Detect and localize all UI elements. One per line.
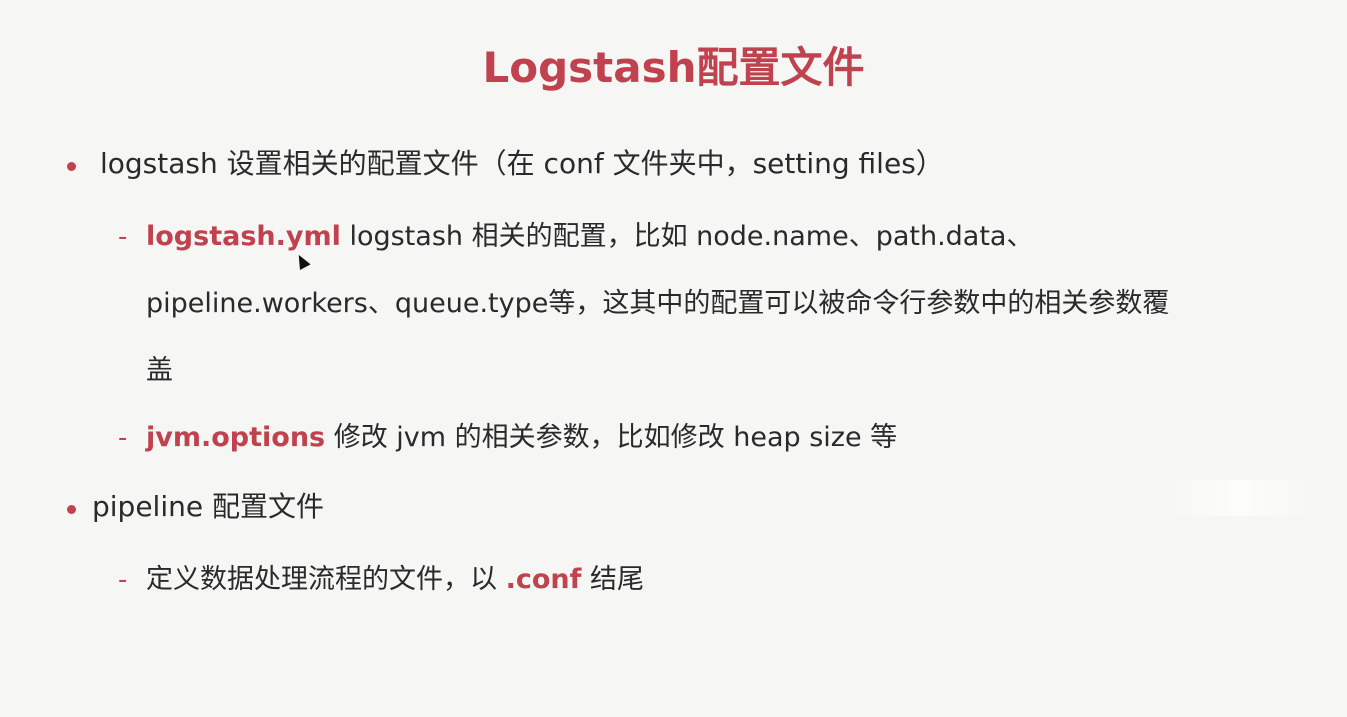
sub-bullet-text: 定义数据处理流程的文件，以 (146, 564, 506, 595)
slide-title: Logstash配置文件 (482, 43, 865, 92)
sub-bullet-text: 结尾 (581, 564, 644, 595)
sub-bullet-1-1-line-3: 盖 (146, 355, 173, 386)
config-file-name: jvm.options (146, 422, 326, 453)
bullet-dot (67, 505, 76, 514)
slide: Logstash配置文件 logstash 设置相关的配置文件（在 conf 文… (0, 0, 1347, 717)
sub-bullet-1-2: jvm.options 修改 jvm 的相关参数，比如修改 heap size … (146, 418, 897, 458)
sub-bullet-2-1: 定义数据处理流程的文件，以 .conf 结尾 (146, 560, 644, 600)
sub-bullet-1-1-line-2: pipeline.workers、queue.type等，这其中的配置可以被命令… (146, 288, 1170, 319)
sub-bullet-text: 修改 jvm 的相关参数，比如修改 heap size 等 (325, 422, 898, 453)
sub-bullet-1-1-line-1: logstash.yml logstash 相关的配置，比如 node.name… (146, 217, 1033, 257)
sub-bullet-dash: - (118, 423, 128, 453)
config-file-extension: .conf (505, 564, 582, 595)
bullet-2-text: pipeline 配置文件 (92, 490, 324, 523)
sub-bullet-dash: - (118, 222, 128, 252)
config-file-name: logstash.yml (146, 221, 341, 252)
sub-bullet-text: logstash 相关的配置，比如 node.name、path.data、 (340, 221, 1034, 252)
bullet-dot (67, 162, 76, 171)
bullet-1-text: logstash 设置相关的配置文件（在 conf 文件夹中，setting f… (100, 147, 944, 180)
sub-bullet-dash: - (118, 565, 128, 595)
overlay-smudge (1160, 480, 1320, 516)
